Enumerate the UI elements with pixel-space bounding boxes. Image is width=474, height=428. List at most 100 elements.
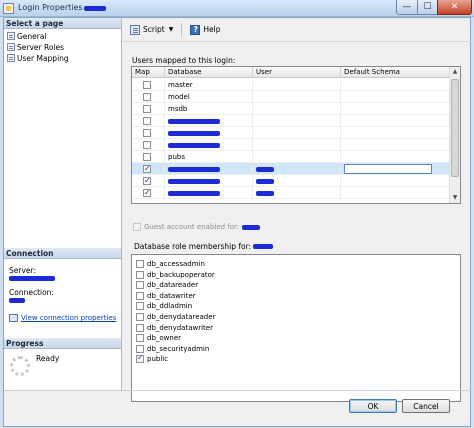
redacted-user: [256, 166, 274, 172]
table-row[interactable]: msdb: [132, 103, 450, 115]
close-button[interactable]: ✕: [437, 0, 472, 15]
database-cell: model: [165, 91, 253, 103]
page-server-roles[interactable]: Server Roles: [7, 42, 64, 52]
table-row[interactable]: [132, 187, 450, 199]
scroll-down-icon[interactable]: ▼: [450, 193, 460, 203]
redacted-login-name: [84, 6, 106, 11]
script-icon: [130, 24, 140, 35]
role-label: db_owner: [147, 334, 182, 343]
link-label: View connection properties: [21, 314, 117, 322]
role-checkbox[interactable]: [136, 353, 144, 364]
role-item[interactable]: db_datareader: [136, 280, 198, 290]
role-label: db_denydatawriter: [147, 323, 213, 332]
role-checkbox[interactable]: [136, 313, 144, 321]
scrollbar-thumb[interactable]: [451, 79, 459, 177]
map-checkbox[interactable]: [143, 129, 151, 137]
default-schema-cell[interactable]: [341, 103, 450, 115]
page-icon: [7, 43, 15, 51]
column-header-database[interactable]: Database: [165, 67, 253, 78]
map-checkbox[interactable]: [143, 81, 151, 89]
role-item[interactable]: db_owner: [136, 333, 181, 343]
map-checkbox[interactable]: [143, 163, 151, 175]
map-checkbox[interactable]: [143, 117, 151, 125]
user-cell: [253, 115, 341, 127]
cancel-button[interactable]: Cancel: [402, 399, 450, 413]
default-schema-cell[interactable]: [341, 79, 450, 91]
help-button[interactable]: Help: [188, 22, 222, 38]
guest-account-option: Guest account enabled for:: [133, 223, 261, 231]
role-item[interactable]: db_securityadmin: [136, 344, 209, 354]
role-label: db_securityadmin: [147, 344, 210, 353]
default-schema-cell[interactable]: [341, 127, 450, 139]
role-membership-list[interactable]: db_accessadmin db_backupoperator db_datare…: [131, 254, 461, 402]
role-item[interactable]: db_ddladmin: [136, 301, 192, 311]
map-checkbox[interactable]: [143, 141, 151, 149]
role-item[interactable]: db_accessadmin: [136, 259, 205, 269]
role-label: db_denydatareader: [147, 313, 216, 321]
role-item[interactable]: db_datawriter: [136, 291, 196, 301]
help-label: Help: [203, 25, 221, 34]
page-label: Server Roles: [17, 42, 65, 52]
role-item[interactable]: db_backupoperator: [136, 270, 215, 280]
role-checkbox[interactable]: [136, 323, 144, 332]
table-row[interactable]: [132, 115, 450, 127]
map-checkbox[interactable]: [143, 187, 151, 199]
users-mapped-grid[interactable]: Map Database User Default Schema master m…: [131, 66, 461, 204]
minimize-button[interactable]: —: [396, 0, 418, 15]
default-schema-cell[interactable]: [341, 139, 450, 151]
grid-header: Map Database User Default Schema: [132, 67, 450, 78]
map-cell: [132, 163, 165, 175]
page-user-mapping[interactable]: User Mapping: [7, 53, 69, 63]
table-row[interactable]: master: [132, 79, 450, 91]
grid-scrollbar[interactable]: ▲ ▼: [449, 67, 460, 203]
default-schema-cell[interactable]: [341, 187, 450, 199]
role-item[interactable]: db_denydatawriter: [136, 323, 213, 333]
default-schema-cell[interactable]: [341, 151, 450, 163]
role-label: public: [147, 355, 169, 364]
table-row[interactable]: [132, 127, 450, 139]
select-page-header: Select a page: [4, 18, 121, 29]
script-button[interactable]: Script ▼: [128, 22, 175, 38]
redacted-database: [168, 118, 220, 124]
map-checkbox[interactable]: [143, 175, 151, 187]
map-checkbox[interactable]: [143, 105, 151, 113]
table-row[interactable]: pubs: [132, 151, 450, 163]
chevron-down-icon[interactable]: ▼: [169, 26, 174, 33]
scroll-up-icon[interactable]: ▲: [450, 67, 460, 77]
default-schema-cell[interactable]: [341, 163, 450, 175]
default-schema-input[interactable]: [344, 163, 432, 174]
role-item[interactable]: public: [136, 353, 169, 364]
map-cell: [132, 79, 165, 91]
default-schema-cell[interactable]: [341, 115, 450, 127]
table-row[interactable]: model: [132, 91, 450, 103]
role-checkbox[interactable]: [136, 260, 144, 268]
role-checkbox[interactable]: [136, 344, 144, 353]
column-header-user[interactable]: User: [253, 67, 341, 78]
view-connection-properties-link[interactable]: View connection properties: [9, 314, 116, 322]
help-icon: [190, 24, 201, 35]
map-cell: [132, 175, 165, 187]
role-checkbox[interactable]: [136, 291, 144, 300]
default-schema-cell[interactable]: [341, 91, 450, 103]
role-checkbox[interactable]: [136, 270, 144, 279]
map-checkbox[interactable]: [143, 93, 151, 101]
table-row[interactable]: [132, 139, 450, 151]
page-general[interactable]: General: [7, 31, 47, 41]
role-checkbox[interactable]: [136, 334, 144, 343]
role-checkbox[interactable]: [136, 281, 144, 290]
default-schema-cell[interactable]: [341, 175, 450, 187]
role-item[interactable]: db_denydatareader: [136, 312, 215, 322]
column-header-default-schema[interactable]: Default Schema: [341, 67, 450, 78]
role-checkbox[interactable]: [136, 302, 144, 311]
table-row[interactable]: [132, 163, 450, 175]
map-checkbox[interactable]: [143, 153, 151, 161]
database-cell: [165, 187, 253, 199]
connection-header: Connection: [4, 248, 121, 259]
maximize-button[interactable]: ☐: [417, 0, 438, 15]
database-cell: [165, 115, 253, 127]
ok-button[interactable]: OK: [349, 399, 397, 413]
dialog-client: Select a page General Server Roles User …: [3, 17, 472, 427]
column-header-map[interactable]: Map: [132, 67, 165, 78]
user-cell: [253, 91, 341, 103]
table-row[interactable]: [132, 175, 450, 187]
